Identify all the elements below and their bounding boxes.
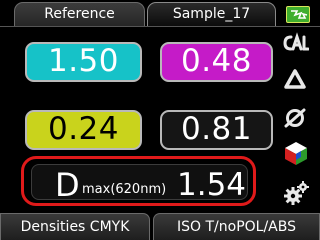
density-mode-button[interactable]: Densities CMYK [0, 213, 150, 240]
tab-divider [0, 26, 320, 27]
settings-gears-icon[interactable] [283, 180, 311, 210]
rotate-icon[interactable] [283, 106, 307, 134]
density-magenta: 0.48 [160, 42, 273, 82]
cal-icon[interactable] [283, 32, 310, 58]
dmax-value: 1.54 [177, 167, 247, 203]
measurement-standard-button[interactable]: ISO T/noPOL/ABS [153, 213, 320, 240]
density-cyan: 1.50 [25, 42, 142, 82]
dmax-label: D [55, 166, 80, 204]
dmax-subscript: max(620nm) [82, 182, 167, 197]
color-cube-icon[interactable] [283, 140, 309, 170]
delta-triangle-icon[interactable] [283, 68, 307, 94]
battery-charging-icon [286, 6, 310, 23]
density-yellow: 0.24 [25, 110, 142, 150]
dmax-highlight: D max(620nm) 1.54 [21, 156, 256, 206]
density-black: 0.81 [160, 110, 273, 150]
tab-reference[interactable]: Reference [14, 2, 145, 26]
dmax-box: D max(620nm) 1.54 [31, 164, 248, 204]
tab-sample[interactable]: Sample_17 [147, 2, 276, 26]
